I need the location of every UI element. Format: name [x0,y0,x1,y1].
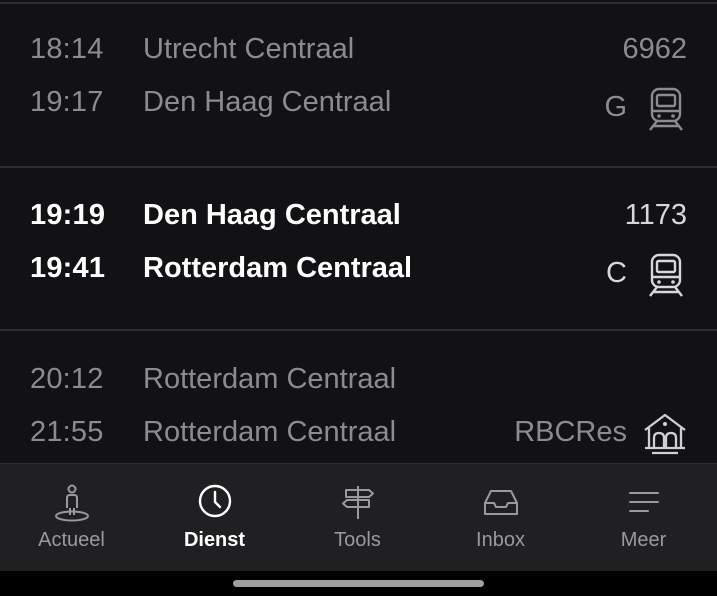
departure-station: Rotterdam Centraal [143,363,397,395]
tab-meer[interactable]: Meer [572,464,715,571]
tab-label: Actueel [38,529,105,551]
gesture-bar[interactable] [233,580,484,587]
arrival-time: 19:41 [30,252,106,284]
service-row[interactable]: 18:14 Utrecht Centraal 6962 19:17 Den Ha… [0,6,717,168]
train-number: 6962 [622,33,687,65]
service-row[interactable]: 20:12 Rotterdam Centraal 21:55 Rotterdam… [0,331,717,463]
service-list: 18:14 Utrecht Centraal 6962 19:17 Den Ha… [0,0,717,463]
train-icon [649,87,683,131]
arrival-time: 19:17 [30,86,104,118]
arrival-station: Rotterdam Centraal [143,416,397,448]
departure-time: 18:14 [30,33,104,65]
train-number: 1173 [624,199,687,231]
tab-actueel[interactable]: Actueel [0,464,143,571]
clock-icon [198,484,231,518]
departure-time: 19:19 [30,199,106,231]
track-label: G [604,91,627,123]
inbox-tray-icon [483,490,518,515]
arrival-station: Den Haag Centraal [143,86,392,118]
arrival-station: Rotterdam Centraal [143,252,413,284]
tab-inbox[interactable]: Inbox [429,464,572,571]
departure-time: 20:12 [30,363,104,395]
track-label: C [606,257,627,289]
tab-label: Meer [620,529,667,551]
signpost-icon [341,486,374,519]
person-standing-icon [54,484,89,522]
bottom-navigation: Actueel Dienst Tools Inbox Meer [0,463,717,571]
station-building-icon [644,413,686,455]
tab-label: Dienst [183,529,246,551]
tab-dienst[interactable]: Dienst [143,464,286,571]
arrival-time: 21:55 [30,416,104,448]
tab-tools[interactable]: Tools [286,464,429,571]
tab-label: Tools [334,529,381,551]
departure-station: Utrecht Centraal [143,33,355,65]
service-row[interactable]: 19:19 Den Haag Centraal 1173 19:41 Rotte… [0,168,717,330]
location-label: RBCRes [514,416,627,448]
tab-label: Inbox [476,529,525,551]
menu-lines-icon [628,492,659,512]
departure-station: Den Haag Centraal [143,199,401,231]
divider [0,2,717,4]
train-icon [649,253,683,297]
